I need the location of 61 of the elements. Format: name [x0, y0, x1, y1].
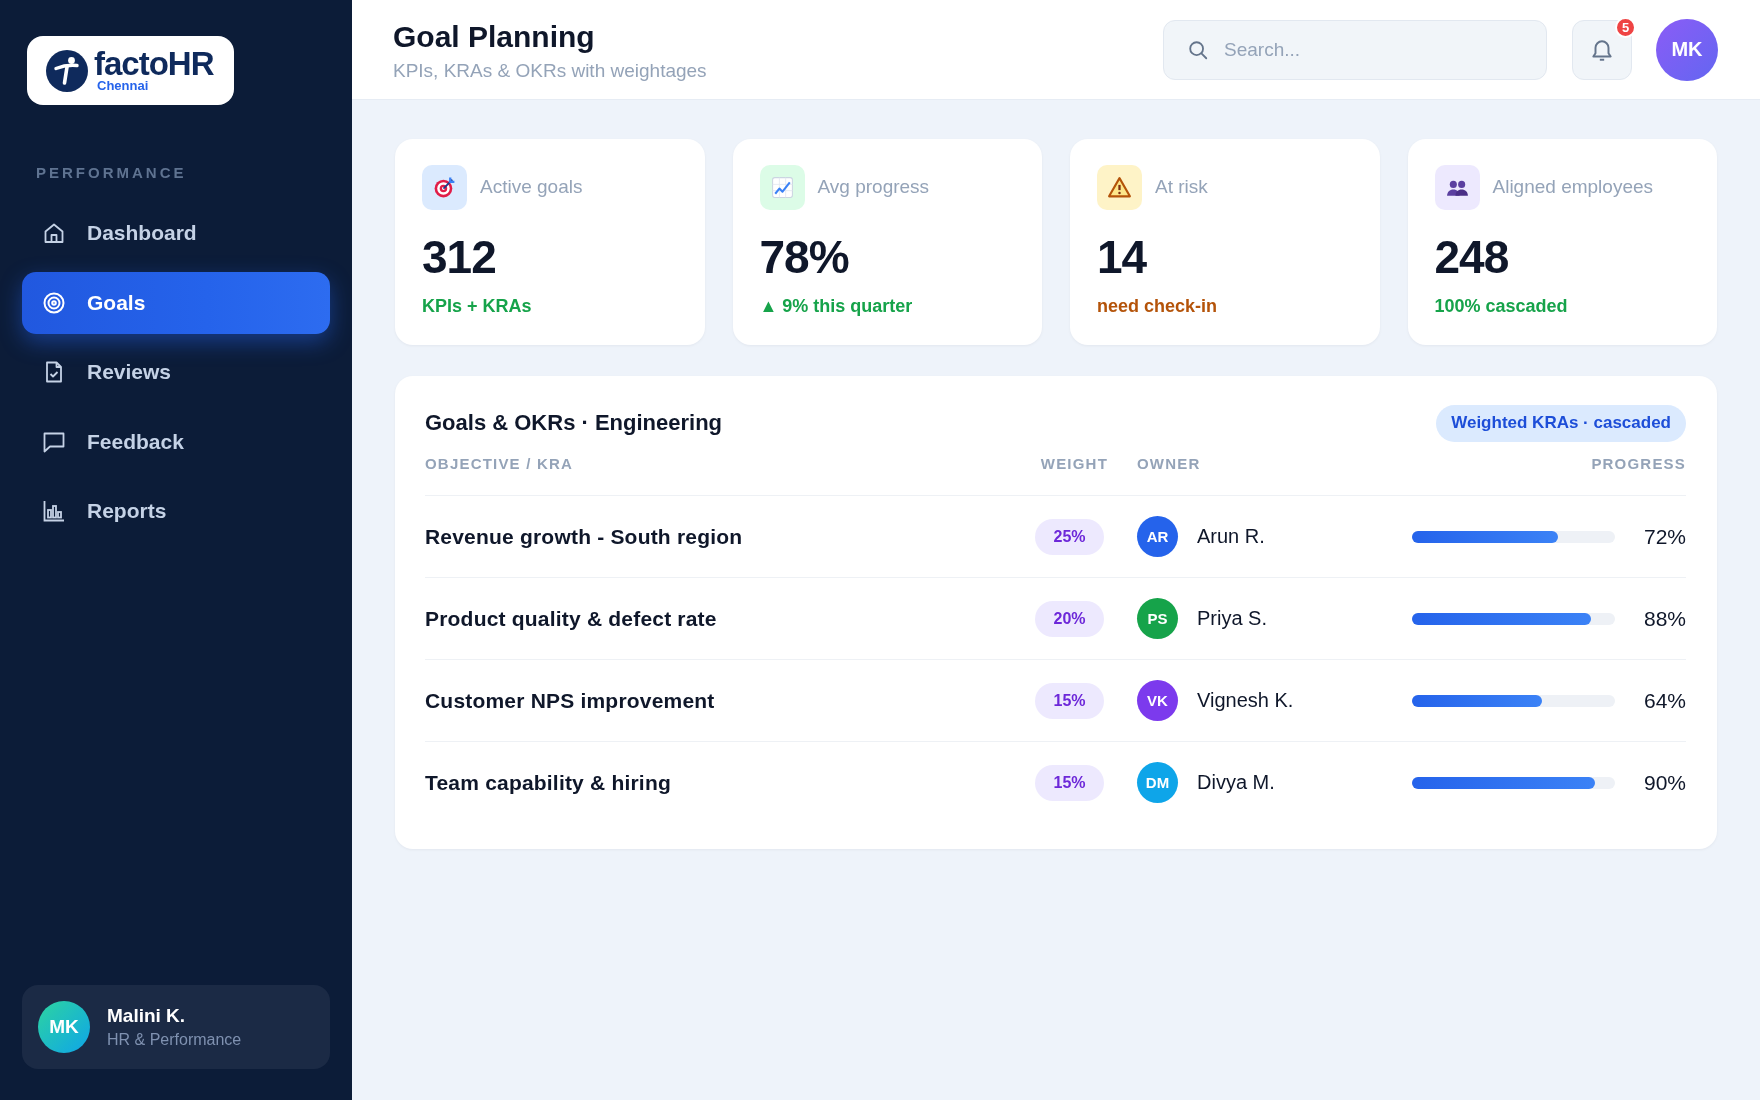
user-avatar: MK	[38, 1001, 90, 1053]
owner-avatar: DM	[1137, 762, 1178, 803]
target-icon	[42, 290, 66, 315]
stat-note: 100% cascaded	[1434, 295, 1568, 318]
nav-item[interactable]: Feedback	[22, 410, 330, 473]
stat-value: 248	[1434, 230, 1509, 284]
owner-avatar: AR	[1137, 516, 1178, 557]
owner-name: Arun R.	[1197, 525, 1265, 548]
search-icon	[1187, 38, 1209, 61]
user-card[interactable]: MK Malini K. HR & Performance	[22, 985, 330, 1069]
stat-label: Aligned employees	[1492, 176, 1654, 198]
progress-percent: 90%	[1643, 770, 1686, 795]
page-title: Goal Planning	[393, 18, 595, 55]
objective-name: Product quality & defect rate	[425, 606, 717, 631]
search-field[interactable]: Search...	[1163, 19, 1547, 80]
panel-title: Goals & OKRs · Engineering	[425, 410, 723, 436]
nav-item[interactable]: Reports	[22, 480, 330, 542]
brand-name: factoHR	[94, 48, 214, 79]
progress-percent: 64%	[1643, 688, 1686, 713]
notification-count: 5	[1615, 16, 1636, 38]
stat-value: 14	[1097, 230, 1147, 284]
user-name: Malini K.	[107, 1004, 186, 1027]
column-header: OWNER	[1137, 454, 1201, 474]
objective-name: Customer NPS improvement	[425, 688, 715, 713]
owner-avatar: VK	[1137, 680, 1178, 721]
stat-label: Avg progress	[817, 176, 930, 198]
stat-label: At risk	[1155, 176, 1208, 198]
stat-label: Active goals	[480, 176, 583, 198]
weight-badge: 15%	[1035, 682, 1104, 719]
owner-name: Divya M.	[1197, 771, 1275, 794]
objective-name: Team capability & hiring	[425, 770, 671, 795]
nav-item[interactable]: Goals	[22, 271, 330, 334]
progress-percent: 88%	[1643, 606, 1686, 631]
owner-avatar: PS	[1137, 598, 1178, 639]
stat-note: KPIs + KRAs	[422, 295, 532, 318]
weight-badge: 15%	[1035, 764, 1104, 801]
column-header: OBJECTIVE / KRA	[425, 454, 574, 474]
objective-name: Revenue growth - South region	[425, 524, 743, 549]
progress-percent: 72%	[1643, 524, 1686, 549]
column-header: WEIGHT	[1040, 454, 1108, 474]
stat-note: need check-in	[1097, 295, 1218, 318]
stat-note: ▲ 9% this quarter	[759, 295, 913, 318]
page-subtitle: KPIs, KRAs & OKRs with weightages	[393, 58, 707, 83]
bar-chart-icon	[42, 499, 66, 523]
scope-badge: Weighted KRAs · cascaded	[1436, 404, 1686, 442]
profile-avatar[interactable]: MK	[1656, 18, 1718, 81]
weight-badge: 25%	[1035, 518, 1104, 555]
nav-item[interactable]: Reviews	[22, 341, 330, 403]
home-icon	[42, 221, 66, 245]
owner-name: Priya S.	[1197, 607, 1268, 630]
column-header: PROGRESS	[1591, 454, 1686, 474]
owner-name: Vignesh K.	[1197, 689, 1294, 712]
nav-item[interactable]: Dashboard	[22, 202, 330, 264]
logo-icon	[46, 49, 88, 92]
weight-badge: 20%	[1035, 600, 1104, 637]
section-label: PERFORMANCE	[36, 164, 187, 182]
notifications-button[interactable]	[1572, 19, 1632, 80]
stat-value: 78%	[759, 230, 849, 284]
stat-value: 312	[422, 230, 496, 284]
brand-location: Chennai	[97, 78, 149, 93]
user-role: HR & Performance	[107, 1029, 242, 1050]
